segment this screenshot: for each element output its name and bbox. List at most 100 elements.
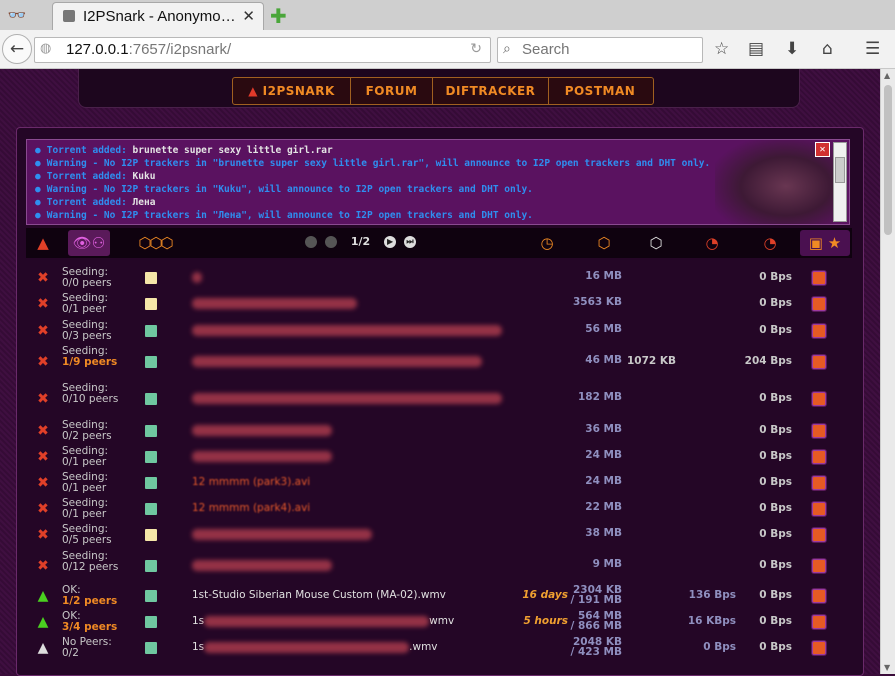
torrent-name[interactable]	[192, 559, 332, 571]
status-icon: ✖	[37, 423, 49, 439]
torrent-name[interactable]	[192, 450, 332, 462]
download-icon[interactable]: ⬇	[785, 39, 799, 59]
peer-count[interactable]: 3/4 peers	[62, 621, 117, 633]
file-icon[interactable]	[145, 325, 157, 337]
back-arrow-icon[interactable]: ←	[2, 34, 32, 64]
bookmark-star-icon[interactable]: ☆	[714, 39, 729, 59]
stop-torrent-button[interactable]	[812, 392, 826, 406]
url-text[interactable]: 127.0.0.1:7657/i2psnark/	[66, 41, 231, 58]
stop-torrent-button[interactable]	[812, 502, 826, 516]
file-icon[interactable]	[145, 560, 157, 572]
file-icon[interactable]	[145, 503, 157, 515]
stop-torrent-button[interactable]	[812, 615, 826, 629]
address-bar[interactable]: ◍ 127.0.0.1:7657/i2psnark/ ↻	[34, 37, 491, 63]
peer-count[interactable]: 0/12 peers	[62, 561, 118, 573]
peer-count[interactable]: 0/2	[62, 647, 79, 659]
stop-torrent-button[interactable]	[812, 355, 826, 369]
peer-count[interactable]: 0/1 peer	[62, 508, 106, 520]
torrent-name[interactable]	[192, 297, 357, 309]
peer-count[interactable]: 1/9 peers	[62, 356, 117, 368]
stop-torrent-button[interactable]	[812, 424, 826, 438]
torrent-size: 38 MB	[566, 528, 622, 539]
browser-menu-icon[interactable]: 👓	[4, 6, 30, 24]
torrent-name[interactable]: 12 mmmm (park3).avi	[192, 476, 310, 488]
torrent-name[interactable]	[192, 392, 502, 404]
hamburger-menu-icon[interactable]: ☰	[865, 39, 880, 59]
nav-i2psnark[interactable]: ▲ I2PSNARK	[233, 78, 351, 104]
nav-postman[interactable]: POSTMAN	[549, 78, 651, 104]
file-icon[interactable]	[145, 451, 157, 463]
folder-icon[interactable]	[145, 298, 157, 310]
up-rate-column-icon[interactable]: ◔	[754, 230, 786, 256]
size-column-icon[interactable]: ⬡	[588, 230, 620, 256]
message-log-scrollbar[interactable]	[833, 142, 847, 222]
torrent-name[interactable]: 1s .wmv	[192, 641, 438, 653]
stop-torrent-button[interactable]	[812, 324, 826, 338]
file-icon[interactable]	[145, 477, 157, 489]
peers-toggle-icon[interactable]: 👁⚇	[68, 230, 110, 256]
stop-torrent-button[interactable]	[812, 641, 826, 655]
peer-count[interactable]: 0/1 peer	[62, 303, 106, 315]
peer-count[interactable]: 1/2 peers	[62, 595, 117, 607]
torrent-name[interactable]	[192, 355, 482, 367]
first-page-icon[interactable]	[305, 236, 317, 248]
stop-all-icon[interactable]: ▣ ★	[800, 230, 850, 256]
peer-count[interactable]: 0/1 peer	[62, 482, 106, 494]
eta-column-icon[interactable]: ◷	[531, 230, 563, 256]
peer-count[interactable]: 0/2 peers	[62, 430, 112, 442]
stop-torrent-button[interactable]	[812, 476, 826, 490]
nav-diftracker[interactable]: DIFTRACKER	[433, 78, 549, 104]
stop-torrent-button[interactable]	[812, 271, 826, 285]
peer-count[interactable]: 0/0 peers	[62, 277, 112, 289]
uploaded-column-icon[interactable]: ⬡	[640, 230, 672, 256]
torrent-cubes-icon[interactable]: ⬡⬡⬡	[124, 230, 186, 256]
next-page-icon[interactable]: ▶	[384, 236, 397, 248]
down-rate-column-icon[interactable]: ◔	[696, 230, 728, 256]
torrent-name[interactable]	[192, 424, 332, 436]
stop-torrent-button[interactable]	[812, 297, 826, 311]
torrent-name[interactable]	[192, 271, 202, 283]
folder-icon[interactable]	[145, 529, 157, 541]
status-filter-icon[interactable]: ▲	[30, 230, 56, 256]
peer-count[interactable]: 0/5 peers	[62, 534, 112, 546]
torrent-name[interactable]: 1s wmv	[192, 615, 454, 627]
status-icon: ✖	[37, 354, 49, 370]
peer-count[interactable]: 0/1 peer	[62, 456, 106, 468]
status-icon: ✖	[37, 296, 49, 312]
tab-close-icon[interactable]: ✕	[242, 7, 255, 25]
torrent-status: Seeding: 1/9 peers	[62, 346, 122, 367]
torrent-status: Seeding: 0/2 peers	[62, 420, 122, 441]
peer-count[interactable]: 0/3 peers	[62, 330, 112, 342]
torrent-upload-rate: 0 Bps	[759, 502, 792, 514]
search-input[interactable]	[522, 40, 692, 58]
stop-torrent-button[interactable]	[812, 589, 826, 603]
file-icon[interactable]	[145, 425, 157, 437]
torrent-name-prefix: 1s	[192, 641, 205, 653]
file-icon[interactable]	[145, 356, 157, 368]
reload-icon[interactable]: ↻	[470, 41, 482, 57]
new-tab-icon[interactable]: ✚	[270, 4, 287, 28]
torrent-name[interactable]: 1st-Studio Siberian Mouse Custom (MA-02)…	[192, 589, 446, 601]
stop-torrent-button[interactable]	[812, 528, 826, 542]
file-icon[interactable]	[145, 616, 157, 628]
search-box[interactable]: ⌕	[497, 37, 703, 63]
clear-messages-icon[interactable]: ✕	[815, 142, 830, 157]
file-icon[interactable]	[145, 590, 157, 602]
home-icon[interactable]: ⌂	[822, 39, 833, 59]
nav-forum[interactable]: FORUM	[351, 78, 433, 104]
peer-count[interactable]: 0/10 peers	[62, 393, 118, 405]
page-scrollbar[interactable]: ▲ ▼	[880, 69, 895, 674]
last-page-icon[interactable]: ⏭	[404, 236, 417, 248]
reading-list-icon[interactable]: ▤	[748, 39, 764, 59]
prev-page-icon[interactable]	[325, 236, 337, 248]
file-icon[interactable]	[145, 642, 157, 654]
stop-torrent-button[interactable]	[812, 559, 826, 573]
stop-torrent-button[interactable]	[812, 450, 826, 464]
torrent-name[interactable]	[192, 528, 372, 540]
torrent-name[interactable]	[192, 324, 502, 336]
torrent-size: 2304 KB/ 191 MB	[566, 585, 622, 606]
folder-icon[interactable]	[145, 272, 157, 284]
file-icon[interactable]	[145, 393, 157, 405]
browser-tab[interactable]: I2PSnark - Anonymo… ✕	[52, 2, 264, 30]
torrent-name[interactable]: 12 mmmm (park4).avi	[192, 502, 310, 514]
